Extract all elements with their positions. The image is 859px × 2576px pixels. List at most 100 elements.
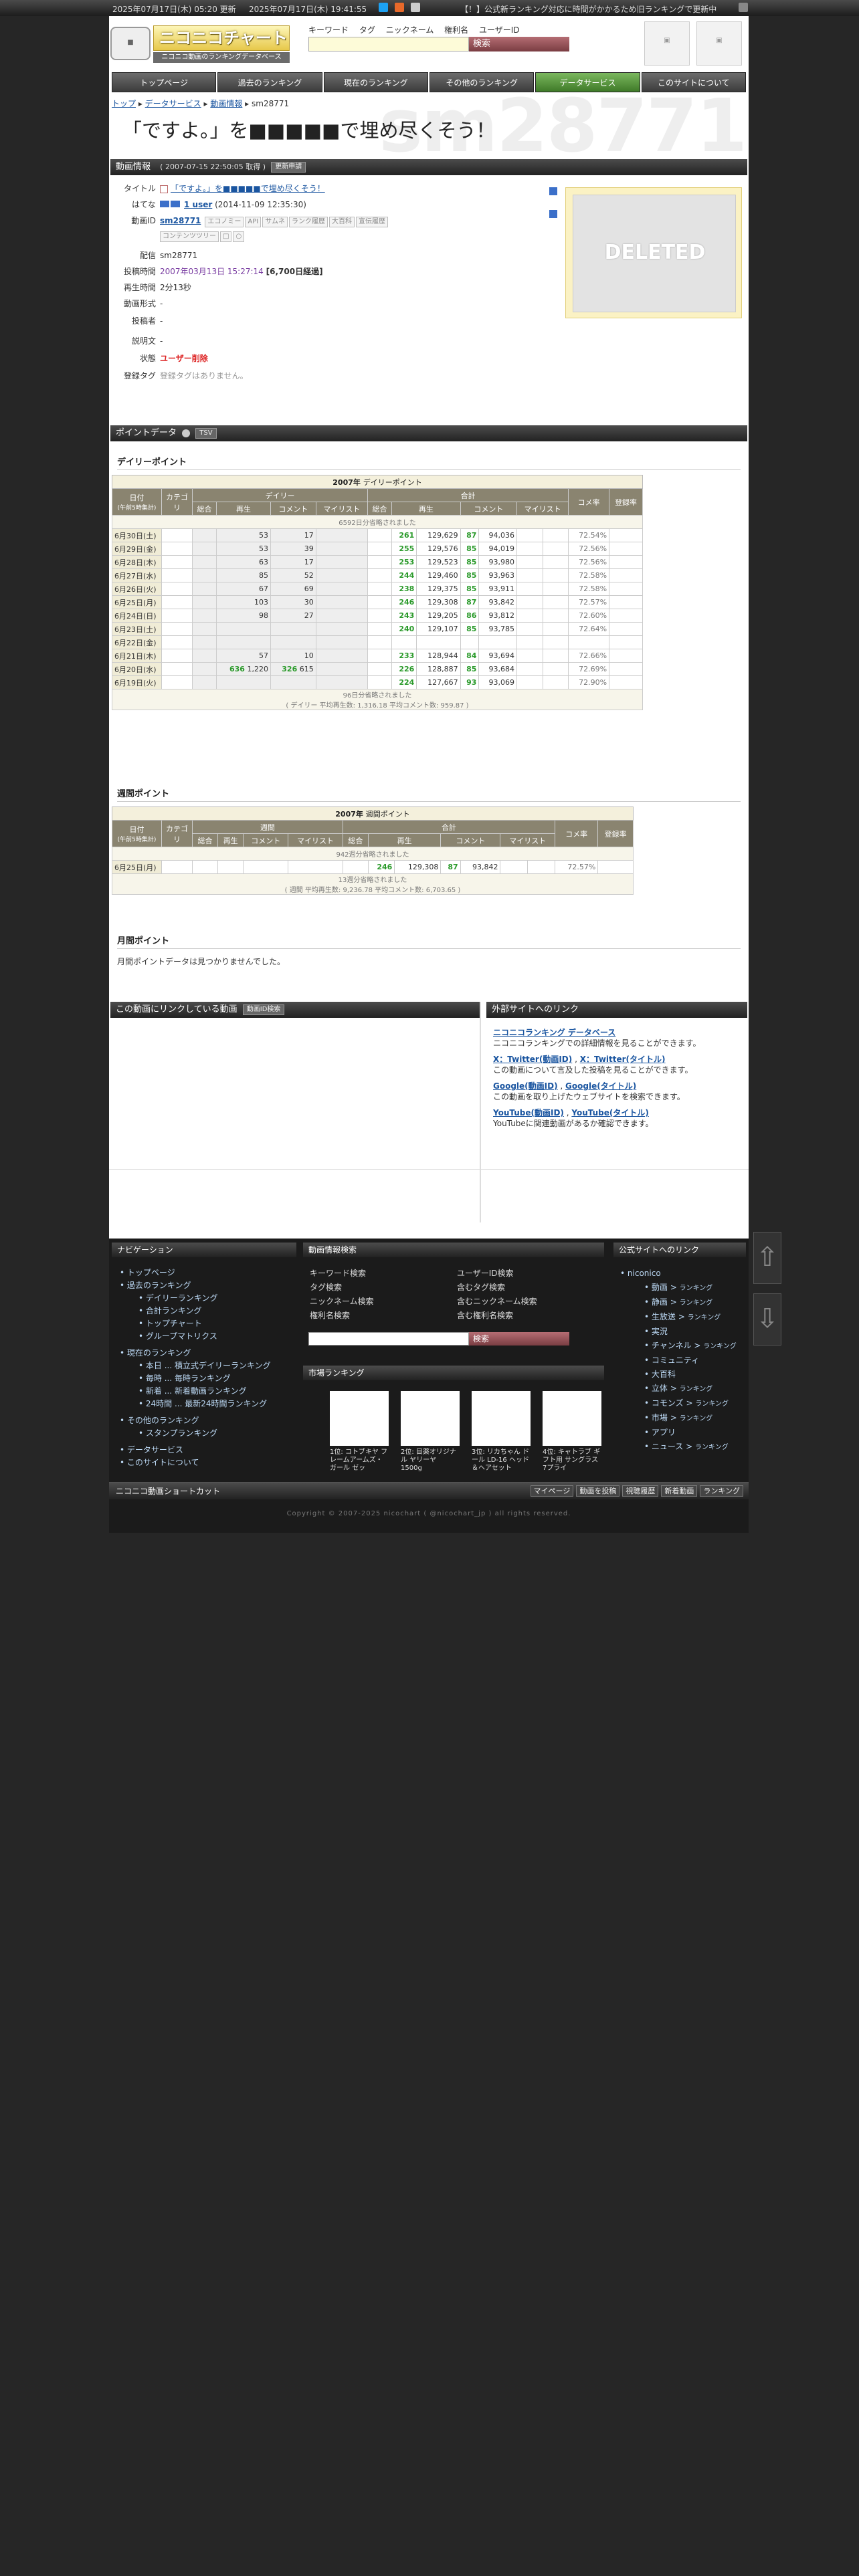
ext-link-nicoranking[interactable]: ニコニコランキング データベース	[493, 1028, 615, 1037]
shortcut-ranking[interactable]: ランキング	[700, 1485, 743, 1497]
rss-icon[interactable]	[395, 3, 404, 12]
official-item-name[interactable]: アプリ	[652, 1428, 676, 1437]
fnav-past[interactable]: 過去のランキング	[127, 1281, 191, 1290]
video-id-link[interactable]: sm28771	[160, 216, 201, 225]
fsearch-rights[interactable]: 権利名検索	[310, 1309, 457, 1323]
official-item[interactable]: • アプリ	[620, 1426, 746, 1440]
shortcut-mypage[interactable]: マイページ	[530, 1485, 574, 1497]
fnav-top[interactable]: トップページ	[127, 1268, 175, 1277]
breadcrumb-data-service[interactable]: データサービス	[145, 99, 201, 108]
fnav-about[interactable]: このサイトについて	[127, 1458, 199, 1467]
breadcrumb-video-info[interactable]: 動画情報	[210, 99, 242, 108]
fsearch-nickname[interactable]: ニックネーム検索	[310, 1295, 457, 1309]
video-title-link[interactable]: 「ですよ。」を■■■■■で埋め尽くそう！	[171, 184, 325, 193]
market-item-1[interactable]: 1位: コトブキヤ フレームアームズ・ガール ゼッ	[330, 1391, 389, 1491]
search-tab-userid[interactable]: ユーザーID	[479, 25, 520, 35]
chip-api[interactable]: API	[245, 217, 262, 227]
fnav-hourly[interactable]: 毎時 ... 毎時ランキング	[146, 1374, 231, 1383]
hatena-bookmark-icon[interactable]	[160, 201, 169, 207]
weekly-omitted-top[interactable]: 942週分省略されました	[112, 847, 634, 861]
official-item[interactable]: • コミュニティ	[620, 1354, 746, 1368]
official-niconico[interactable]: niconico	[628, 1269, 661, 1278]
hatena-users-link[interactable]: 1 user	[184, 200, 212, 209]
official-item-name[interactable]: 大百科	[652, 1370, 676, 1379]
official-item-name[interactable]: 実況	[652, 1327, 668, 1336]
mail-icon[interactable]	[411, 3, 420, 12]
official-item[interactable]: • 動画 > ランキング	[620, 1281, 746, 1295]
video-thumbnail[interactable]: DELETED	[565, 187, 742, 318]
market-item-4[interactable]: 4位: キャトラブ ギフト用 サングラス 7プライ	[543, 1391, 601, 1491]
search-tab-rights[interactable]: 権利名	[444, 25, 468, 35]
nav-top[interactable]: トップページ	[112, 72, 217, 92]
fnav-stamp[interactable]: スタンプランキング	[146, 1428, 217, 1438]
ext-link-youtube-id[interactable]: YouTube(動画ID)	[493, 1108, 564, 1117]
twitter-icon[interactable]	[379, 3, 388, 12]
fnav-data-service[interactable]: データサービス	[127, 1445, 183, 1455]
gadget-icon-2[interactable]: ▣	[696, 21, 742, 66]
weekly-omitted-bottom[interactable]: 13週分省略されました	[339, 877, 407, 884]
update-request-button[interactable]: 更新申請	[271, 161, 306, 173]
market-item-2[interactable]: 2位: 目薬オリジナル ヤリーヤ 1500g	[401, 1391, 460, 1491]
fnav-daily[interactable]: デイリーランキング	[146, 1293, 218, 1303]
fsearch-keyword[interactable]: キーワード検索	[310, 1267, 457, 1281]
chip-economy[interactable]: エコノミー	[205, 217, 244, 227]
chip-rank-history[interactable]: ランク履歴	[289, 217, 328, 227]
nav-past-ranking[interactable]: 過去のランキング	[217, 72, 322, 92]
ext-link-google-id[interactable]: Google(動画ID)	[493, 1081, 558, 1091]
scroll-up-icon[interactable]: ⇧	[753, 1232, 781, 1284]
notice-text[interactable]: 【！】公式新ランキング対応に時間がかかるため旧ランキングで更新中	[460, 3, 717, 15]
official-item-ranking[interactable]: ランキング	[680, 1415, 713, 1422]
header-search-input[interactable]	[308, 37, 469, 51]
chip-tree-icon-2[interactable]: ○	[233, 231, 245, 242]
help-icon[interactable]	[182, 429, 191, 437]
ext-link-twitter-title[interactable]: X：Twitter(タイトル)	[580, 1055, 666, 1064]
official-item-ranking[interactable]: ランキング	[680, 1299, 713, 1307]
official-item[interactable]: • チャンネル > ランキング	[620, 1339, 746, 1354]
official-item-name[interactable]: 動画	[652, 1283, 668, 1292]
official-item[interactable]: • 静画 > ランキング	[620, 1295, 746, 1310]
official-item-name[interactable]: コミュニティ	[652, 1356, 699, 1365]
official-item-name[interactable]: 静画	[652, 1297, 668, 1307]
header-search-button[interactable]: 検索	[469, 37, 569, 51]
fnav-current[interactable]: 現在のランキング	[127, 1348, 191, 1358]
chip-ad-history[interactable]: 宣伝履歴	[356, 217, 389, 227]
official-item[interactable]: • ニュース > ランキング	[620, 1440, 746, 1455]
settings-icon[interactable]	[739, 3, 748, 12]
fnav-total[interactable]: 合計ランキング	[146, 1306, 202, 1315]
search-tab-tag[interactable]: タグ	[359, 25, 375, 35]
daily-omitted-top[interactable]: 6592日分省略されました	[112, 515, 643, 529]
fnav-other[interactable]: その他のランキング	[127, 1416, 199, 1425]
chip-content-tree[interactable]: コンテンツツリー	[160, 231, 219, 242]
share-icon-2[interactable]	[549, 210, 557, 218]
official-item-name[interactable]: コモンズ	[652, 1398, 684, 1408]
footer-search-button[interactable]: 検索	[469, 1332, 569, 1346]
breadcrumb-top[interactable]: トップ	[112, 99, 136, 108]
market-item-3[interactable]: 3位: リカちゃん ドール LD-16 ヘッド＆ヘアセット	[472, 1391, 531, 1491]
official-item-ranking[interactable]: ランキング	[703, 1343, 737, 1350]
hatena-add-icon[interactable]	[171, 201, 180, 207]
fnav-24h[interactable]: 24時間 ... 最新24時間ランキング	[146, 1399, 267, 1408]
official-item[interactable]: • 市場 > ランキング	[620, 1411, 746, 1426]
official-item-name[interactable]: 生放送	[652, 1312, 676, 1321]
official-item-ranking[interactable]: ランキング	[680, 1285, 713, 1292]
gadget-icon[interactable]: ▣	[644, 21, 690, 66]
fsearch-contains-tag[interactable]: 含むタグ検索	[457, 1281, 604, 1295]
official-item-ranking[interactable]: ランキング	[695, 1444, 729, 1451]
fnav-topchart[interactable]: トップチャート	[146, 1319, 202, 1328]
ext-link-youtube-title[interactable]: YouTube(タイトル)	[571, 1108, 648, 1117]
chip-tree-icon[interactable]: □	[220, 231, 232, 242]
share-icon[interactable]	[549, 187, 557, 195]
ext-link-google-title[interactable]: Google(タイトル)	[565, 1081, 636, 1091]
official-item[interactable]: • 大百科	[620, 1368, 746, 1382]
fsearch-contains-rights[interactable]: 含む権利名検索	[457, 1309, 604, 1323]
video-id-search-button[interactable]: 動画ID検索	[242, 1004, 285, 1015]
official-item-name[interactable]: 市場	[652, 1413, 668, 1422]
tsv-button[interactable]: TSV	[195, 427, 217, 439]
daily-omitted-bottom[interactable]: 96日分省略されました	[343, 692, 412, 700]
fsearch-contains-nickname[interactable]: 含むニックネーム検索	[457, 1295, 604, 1309]
official-item[interactable]: • 立体 > ランキング	[620, 1382, 746, 1396]
official-item[interactable]: • 実況	[620, 1325, 746, 1339]
chip-thumbnail[interactable]: サムネ	[262, 217, 288, 227]
official-item-name[interactable]: 立体	[652, 1384, 668, 1393]
fsearch-tag[interactable]: タグ検索	[310, 1281, 457, 1295]
